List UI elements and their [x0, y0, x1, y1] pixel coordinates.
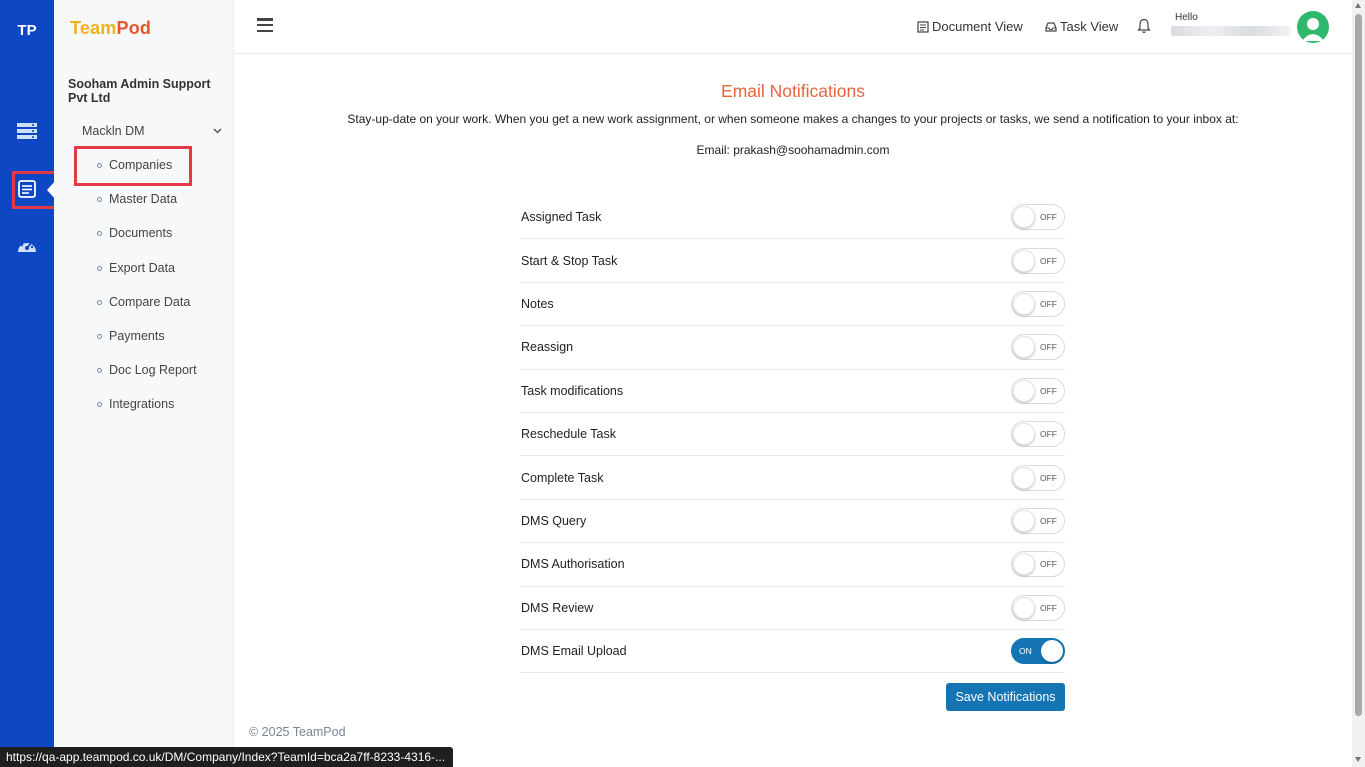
setting-label: Notes — [521, 296, 554, 311]
sidebar-item-label: Payments — [109, 329, 165, 343]
bullet-icon — [97, 299, 102, 305]
hello-label: Hello — [1175, 12, 1198, 23]
setting-label: Reassign — [521, 340, 574, 355]
sidebar-item-export-data[interactable]: Export Data — [97, 261, 175, 275]
document-view-link[interactable]: Document View — [917, 19, 1023, 34]
app-rail: TP — [0, 0, 59, 767]
user-avatar[interactable] — [1297, 11, 1329, 43]
setting-label: DMS Authorisation — [521, 557, 625, 572]
sidebar-item-master-data[interactable]: Master Data — [97, 192, 177, 206]
sidebar-group-label: Mackln DM — [82, 124, 145, 138]
intro-text: Stay-up-date on your work. When you get … — [347, 112, 1239, 126]
setting-label: Assigned Task — [521, 210, 602, 225]
notification-settings-list: Assigned Task OFF Start & Stop Task OFF … — [520, 196, 1065, 674]
page-scrollbar[interactable] — [1352, 0, 1365, 767]
notification-email: Email: prakash@soohamadmin.com — [696, 143, 890, 157]
sidebar-item-label: Export Data — [109, 261, 176, 275]
setting-label: Reschedule Task — [521, 427, 616, 442]
inbox-icon — [1045, 21, 1057, 32]
rail-brand[interactable]: TP — [0, 0, 54, 62]
setting-row-notes: Notes OFF — [520, 283, 1065, 327]
dashboard-gauge-icon[interactable] — [12, 231, 42, 261]
sidebar-item-label: Integrations — [109, 397, 175, 411]
sidebar-item-companies[interactable]: Companies — [97, 158, 172, 172]
bullet-icon — [97, 230, 102, 236]
toggle-dms-query[interactable]: OFF — [1011, 507, 1065, 534]
sidebar-item-compare-data[interactable]: Compare Data — [97, 295, 190, 309]
setting-row-dms-email-upload: DMS Email Upload ON — [520, 630, 1065, 674]
toggle-start-stop-task[interactable]: OFF — [1011, 247, 1065, 274]
bullet-icon — [97, 162, 102, 168]
toggle-reassign[interactable]: OFF — [1011, 334, 1065, 361]
setting-row-dms-review: DMS Review OFF — [520, 587, 1065, 630]
chevron-down-icon — [213, 128, 222, 134]
toggle-task-modifications[interactable]: OFF — [1011, 377, 1065, 404]
setting-row-task-modifications: Task modifications OFF — [520, 370, 1065, 413]
sidebar-item-integrations[interactable]: Integrations — [97, 397, 174, 411]
sidebar-item-payments[interactable]: Payments — [97, 329, 165, 343]
setting-row-dms-authorisation: DMS Authorisation OFF — [520, 543, 1065, 587]
sidebar-item-label: Master Data — [109, 192, 178, 206]
sidebar-item-label: Documents — [109, 226, 173, 240]
page-title: Email Notifications — [721, 81, 865, 101]
toggle-dms-review[interactable]: OFF — [1011, 594, 1065, 621]
footer-copyright: © 2025 TeamPod — [249, 725, 346, 739]
setting-row-start-stop-task: Start & Stop Task OFF — [520, 239, 1065, 283]
setting-label: DMS Email Upload — [521, 644, 627, 659]
setting-label: DMS Query — [521, 513, 587, 528]
sidebar-item-label: Doc Log Report — [109, 363, 197, 377]
toggle-reschedule-task[interactable]: OFF — [1011, 421, 1065, 448]
setting-row-reschedule-task: Reschedule Task OFF — [520, 413, 1065, 457]
toggle-dms-email-upload[interactable]: ON — [1011, 638, 1065, 665]
sidebar: TeamPod Sooham Admin Support Pvt Ltd Mac… — [54, 0, 234, 767]
toggle-dms-authorisation[interactable]: OFF — [1011, 551, 1065, 578]
toggle-notes[interactable]: OFF — [1011, 290, 1065, 317]
scroll-down-arrow-icon[interactable] — [1355, 757, 1361, 762]
user-name-redacted — [1171, 26, 1291, 36]
toggle-assigned-task[interactable]: OFF — [1011, 204, 1065, 231]
setting-row-assigned-task: Assigned Task OFF — [520, 196, 1065, 240]
setting-row-dms-query: DMS Query OFF — [520, 500, 1065, 544]
sidebar-item-documents[interactable]: Documents — [97, 226, 172, 240]
setting-row-complete-task: Complete Task OFF — [520, 456, 1065, 500]
setting-label: Start & Stop Task — [521, 253, 618, 268]
document-view-icon — [917, 20, 929, 33]
bullet-icon — [97, 265, 102, 271]
bullet-icon — [97, 196, 102, 202]
teampod-logo[interactable]: TeamPod — [70, 18, 151, 39]
scrollbar-thumb[interactable] — [1355, 14, 1362, 716]
sidebar-item-label: Compare Data — [109, 295, 191, 309]
task-view-label: Task View — [1060, 19, 1119, 34]
servers-icon[interactable] — [12, 116, 42, 146]
setting-row-reassign: Reassign OFF — [520, 326, 1065, 370]
document-view-label: Document View — [932, 19, 1023, 34]
hamburger-menu-icon[interactable] — [257, 18, 273, 32]
sidebar-item-doc-log-report[interactable]: Doc Log Report — [97, 363, 197, 377]
organization-name: Sooham Admin Support Pvt Ltd — [68, 77, 211, 105]
bullet-icon — [97, 333, 102, 339]
save-notifications-button[interactable]: Save Notifications — [946, 683, 1065, 711]
bell-icon[interactable] — [1137, 18, 1151, 37]
bullet-icon — [97, 367, 102, 373]
top-bar: Document View Task View Hello — [234, 0, 1352, 54]
toggle-complete-task[interactable]: OFF — [1011, 464, 1065, 491]
status-bar-url: https://qa-app.teampod.co.uk/DM/Company/… — [0, 747, 453, 767]
sidebar-group-toggle[interactable]: Mackln DM — [82, 124, 222, 138]
bullet-icon — [97, 401, 102, 407]
setting-label: Complete Task — [521, 470, 604, 485]
setting-label: Task modifications — [521, 383, 624, 398]
setting-label: DMS Review — [521, 600, 594, 615]
task-view-link[interactable]: Task View — [1045, 19, 1118, 34]
sidebar-item-label: Companies — [109, 158, 173, 172]
scroll-up-arrow-icon[interactable] — [1355, 3, 1361, 8]
